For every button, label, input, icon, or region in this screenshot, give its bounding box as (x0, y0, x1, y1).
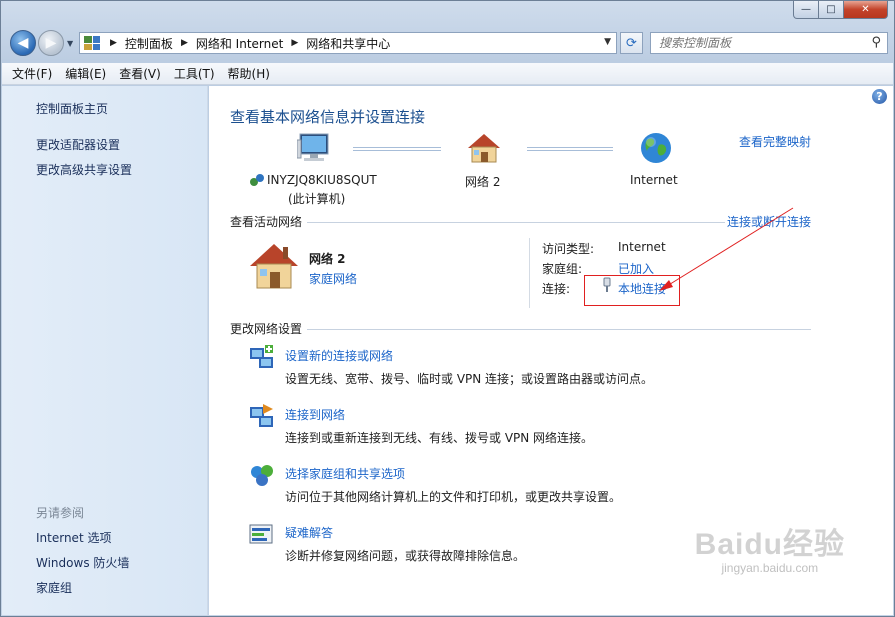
active-networks-heading: 查看活动网络 (230, 215, 303, 229)
baidu-watermark: Baidu经验 jingyan.baidu.com (695, 519, 845, 575)
menu-help[interactable]: 帮助(H) (228, 65, 270, 82)
address-bar[interactable]: ▶ 控制面板 ▶ 网络和 Internet ▶ 网络和共享中心 ▼ (79, 32, 617, 54)
sidebar-link-advanced-sharing[interactable]: 更改高级共享设置 (36, 161, 132, 178)
connect-to-network-icon[interactable] (249, 404, 275, 430)
help-icon[interactable]: ? (872, 89, 887, 104)
page-title: 查看基本网络信息并设置连接 (230, 108, 426, 126)
connection-line-computer-network (353, 147, 441, 151)
connect-to-network-desc: 连接到或重新连接到无线、有线、拨号或 VPN 网络连接。 (285, 431, 594, 445)
sidebar-link-change-adapter-settings[interactable]: 更改适配器设置 (36, 136, 120, 153)
homegroup-sharing-desc: 访问位于其他网络计算机上的文件和打印机，或更改共享设置。 (285, 490, 622, 504)
view-full-map-link[interactable]: 查看完整映射 (739, 133, 811, 150)
sidebar-link-control-panel-home[interactable]: 控制面板主页 (36, 100, 108, 117)
map-network-name-label: 网络 2 (465, 175, 501, 189)
troubleshoot-desc: 诊断并修复网络问题，或获得故障排除信息。 (285, 549, 526, 563)
change-settings-heading: 更改网络设置 (230, 322, 303, 336)
recent-pages-dropdown-icon[interactable]: ▼ (67, 39, 73, 48)
active-network-name: 网络 2 (309, 252, 346, 266)
see-also-heading: 另请参阅 (36, 506, 85, 520)
forward-button[interactable]: ▶ (38, 30, 64, 56)
main-content: ? 查看基本网络信息并设置连接 查看完整映射 INYZJQ8KIU8SQUT (… (209, 86, 893, 615)
refresh-icon: ⟳ (626, 35, 637, 51)
active-network-vertical-divider (529, 238, 530, 308)
watermark-main-text: Baidu经验 (694, 528, 845, 561)
computer-name-label: INYZJQ8KIU8SQUT (267, 173, 377, 187)
breadcrumb-network-sharing-center[interactable]: 网络和共享中心 (306, 35, 390, 52)
homegroup-sharing-link[interactable]: 选择家庭组和共享选项 (285, 465, 405, 482)
setup-new-connection-link[interactable]: 设置新的连接或网络 (285, 347, 393, 364)
connections-label: 连接: (542, 282, 571, 296)
annotation-arrow (659, 207, 794, 291)
sidebar-link-homegroup[interactable]: 家庭组 (36, 579, 72, 596)
computer-icon[interactable] (297, 132, 333, 164)
menu-edit[interactable]: 编辑(E) (65, 65, 106, 82)
back-button[interactable]: ◀ (10, 30, 36, 56)
breadcrumb-separator-icon[interactable]: ▶ (181, 38, 188, 48)
home-network-icon[interactable] (249, 242, 299, 290)
search-icon[interactable]: ⚲ (871, 35, 881, 50)
sidebar-link-internet-options[interactable]: Internet 选项 (36, 529, 111, 546)
computer-small-network-icon (249, 173, 265, 190)
menu-file[interactable]: 文件(F) (12, 65, 52, 82)
homegroup-sharing-icon[interactable] (249, 463, 275, 489)
search-box[interactable]: ⚲ (650, 32, 888, 54)
search-input[interactable] (651, 33, 851, 53)
menu-view[interactable]: 查看(V) (119, 65, 161, 82)
homegroup-label: 家庭组: (542, 262, 583, 276)
new-connection-icon[interactable] (249, 345, 275, 371)
menu-bar: 文件(F) 编辑(E) 查看(V) 工具(T) 帮助(H) (2, 63, 893, 85)
close-button[interactable]: ✕ (844, 1, 888, 19)
troubleshoot-icon[interactable] (249, 522, 275, 548)
network-type-link[interactable]: 家庭网络 (309, 270, 357, 287)
troubleshoot-link[interactable]: 疑难解答 (285, 524, 333, 541)
address-dropdown-icon[interactable]: ▼ (604, 37, 611, 47)
breadcrumb-control-panel[interactable]: 控制面板 (125, 35, 173, 52)
connection-line-network-internet (527, 147, 613, 151)
minimize-button[interactable]: — (793, 1, 819, 19)
change-settings-divider (307, 329, 811, 330)
network-house-icon[interactable] (467, 132, 501, 164)
internet-label: Internet (630, 173, 678, 187)
window-frame: — □ ✕ ◀ ▶ ▼ ▶ 控制面板 ▶ 网络和 Internet ▶ 网络和共… (0, 0, 895, 617)
maximize-button[interactable]: □ (819, 1, 844, 19)
setup-new-connection-desc: 设置无线、宽带、拨号、临时或 VPN 连接；或设置路由器或访问点。 (285, 372, 654, 386)
breadcrumb-network-internet[interactable]: 网络和 Internet (196, 35, 283, 52)
access-type-label: 访问类型: (542, 242, 595, 256)
this-computer-label: (此计算机) (288, 192, 346, 206)
connect-to-network-link[interactable]: 连接到网络 (285, 406, 345, 423)
navigation-bar: ◀ ▶ ▼ ▶ 控制面板 ▶ 网络和 Internet ▶ 网络和共享中心 ▼ … (1, 27, 894, 59)
internet-globe-icon[interactable] (639, 131, 673, 165)
refresh-button[interactable]: ⟳ (620, 32, 643, 54)
sidebar: 控制面板主页 更改适配器设置 更改高级共享设置 另请参阅 Internet 选项… (2, 86, 208, 615)
menu-tools[interactable]: 工具(T) (174, 65, 215, 82)
breadcrumb-separator-icon[interactable]: ▶ (291, 38, 298, 48)
breadcrumb-separator-icon[interactable]: ▶ (110, 38, 117, 48)
sidebar-link-windows-firewall[interactable]: Windows 防火墙 (36, 554, 129, 571)
control-panel-icon (84, 36, 100, 50)
watermark-sub-text: jingyan.baidu.com (721, 561, 819, 575)
caption-buttons: — □ ✕ (793, 1, 888, 19)
